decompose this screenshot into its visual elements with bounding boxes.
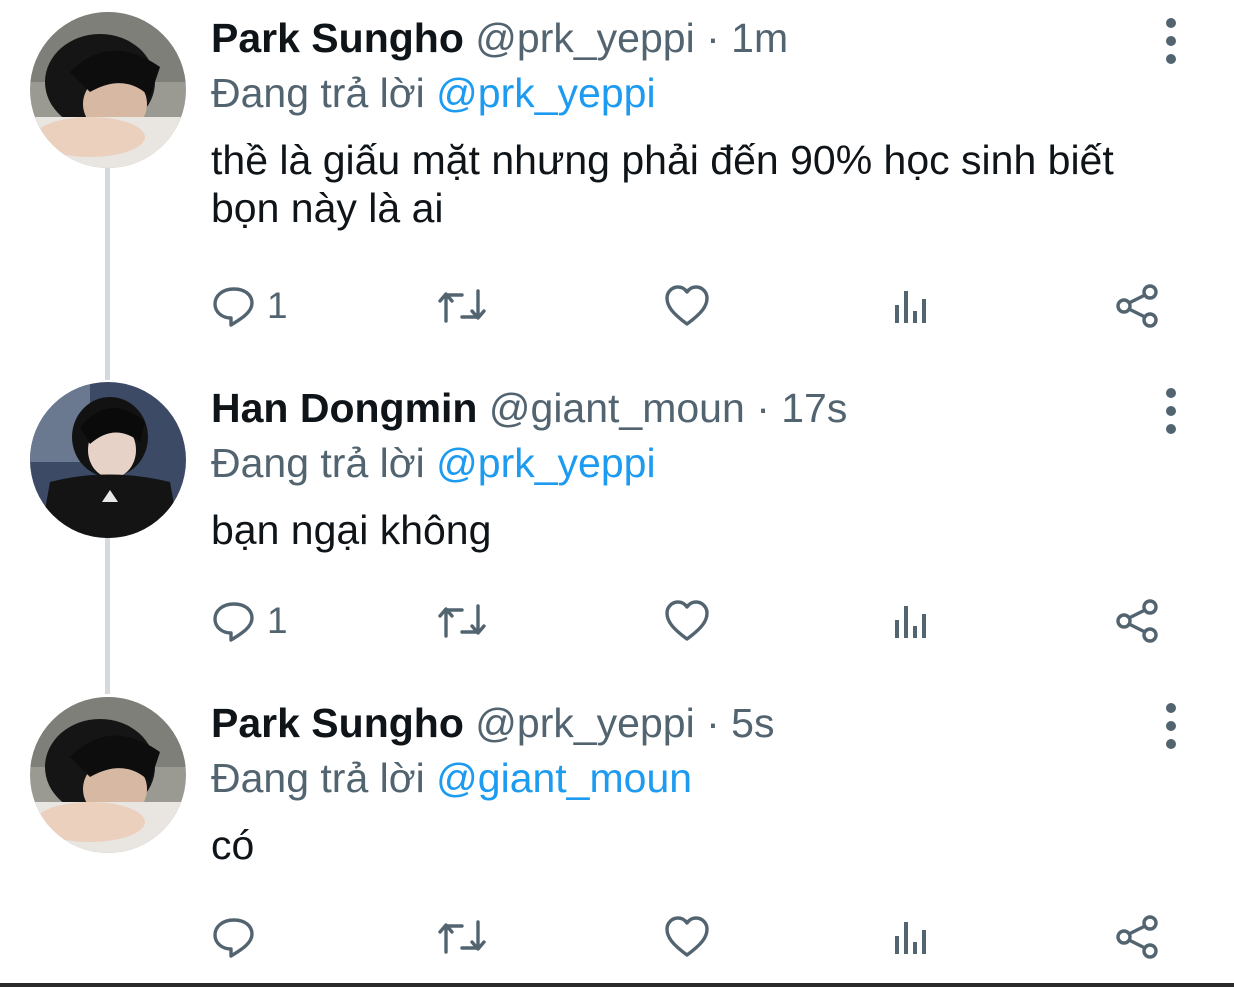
share-button[interactable] — [1113, 281, 1161, 331]
separator: · — [756, 385, 770, 431]
author-name[interactable]: Park Sungho — [211, 700, 464, 746]
analytics-icon — [891, 283, 931, 329]
tweet-actions: 1 — [211, 596, 1171, 646]
reply-icon — [211, 283, 257, 329]
reply-button[interactable]: 1 — [211, 596, 288, 646]
tweet[interactable]: Park Sungho @prk_yeppi · 1m Đang trả lời… — [0, 0, 1234, 370]
replying-label: Đang trả lời — [211, 440, 425, 486]
share-icon — [1113, 283, 1161, 329]
tweet[interactable]: Han Dongmin @giant_moun · 17s Đang trả l… — [0, 370, 1234, 685]
retweet-button[interactable] — [436, 596, 488, 646]
analytics-icon — [891, 914, 931, 960]
reply-icon — [211, 598, 257, 644]
author-handle[interactable]: @prk_yeppi — [475, 15, 694, 61]
retweet-icon — [436, 598, 488, 644]
share-button[interactable] — [1113, 912, 1161, 962]
share-icon — [1113, 598, 1161, 644]
like-button[interactable] — [663, 596, 711, 646]
author-name[interactable]: Han Dongmin — [211, 385, 477, 431]
like-icon — [663, 283, 711, 329]
author-handle[interactable]: @prk_yeppi — [475, 700, 694, 746]
reply-icon — [211, 914, 257, 960]
retweet-icon — [436, 914, 488, 960]
bottom-divider — [0, 983, 1234, 987]
like-icon — [663, 598, 711, 644]
tweet-actions — [211, 912, 1171, 962]
avatar[interactable] — [30, 12, 186, 168]
timestamp[interactable]: 17s — [781, 385, 847, 431]
analytics-button[interactable] — [891, 596, 931, 646]
more-options-icon[interactable] — [1156, 16, 1186, 66]
retweet-button[interactable] — [436, 281, 488, 331]
like-icon — [663, 914, 711, 960]
like-button[interactable] — [663, 912, 711, 962]
tweet-actions: 1 — [211, 281, 1171, 331]
replying-to-mention[interactable]: @prk_yeppi — [436, 70, 655, 116]
analytics-icon — [891, 598, 931, 644]
reply-count: 1 — [267, 600, 288, 641]
author-name[interactable]: Park Sungho — [211, 15, 464, 61]
tweet-text: có — [211, 822, 255, 868]
more-options-icon[interactable] — [1156, 701, 1186, 751]
share-button[interactable] — [1113, 596, 1161, 646]
analytics-button[interactable] — [891, 281, 931, 331]
tweet-text: bạn ngại không — [211, 507, 492, 553]
separator: · — [706, 700, 720, 746]
analytics-button[interactable] — [891, 912, 931, 962]
replying-label: Đang trả lời — [211, 755, 425, 801]
replying-to-mention[interactable]: @prk_yeppi — [436, 440, 655, 486]
avatar[interactable] — [30, 697, 186, 853]
replying-label: Đang trả lời — [211, 70, 425, 116]
reply-button[interactable]: 1 — [211, 281, 288, 331]
separator: · — [706, 15, 720, 61]
replying-to-mention[interactable]: @giant_moun — [436, 755, 692, 801]
tweet-text: thề là giấu mặt nhưng phải đến 90% học s… — [211, 137, 1114, 231]
share-icon — [1113, 914, 1161, 960]
tweet[interactable]: Park Sungho @prk_yeppi · 5s Đang trả lời… — [0, 685, 1234, 983]
author-handle[interactable]: @giant_moun — [489, 385, 745, 431]
reply-count: 1 — [267, 285, 288, 326]
reply-button[interactable] — [211, 912, 267, 962]
timestamp[interactable]: 5s — [731, 700, 774, 746]
more-options-icon[interactable] — [1156, 386, 1186, 436]
timestamp[interactable]: 1m — [731, 15, 788, 61]
retweet-icon — [436, 283, 488, 329]
avatar[interactable] — [30, 382, 186, 538]
like-button[interactable] — [663, 281, 711, 331]
retweet-button[interactable] — [436, 912, 488, 962]
